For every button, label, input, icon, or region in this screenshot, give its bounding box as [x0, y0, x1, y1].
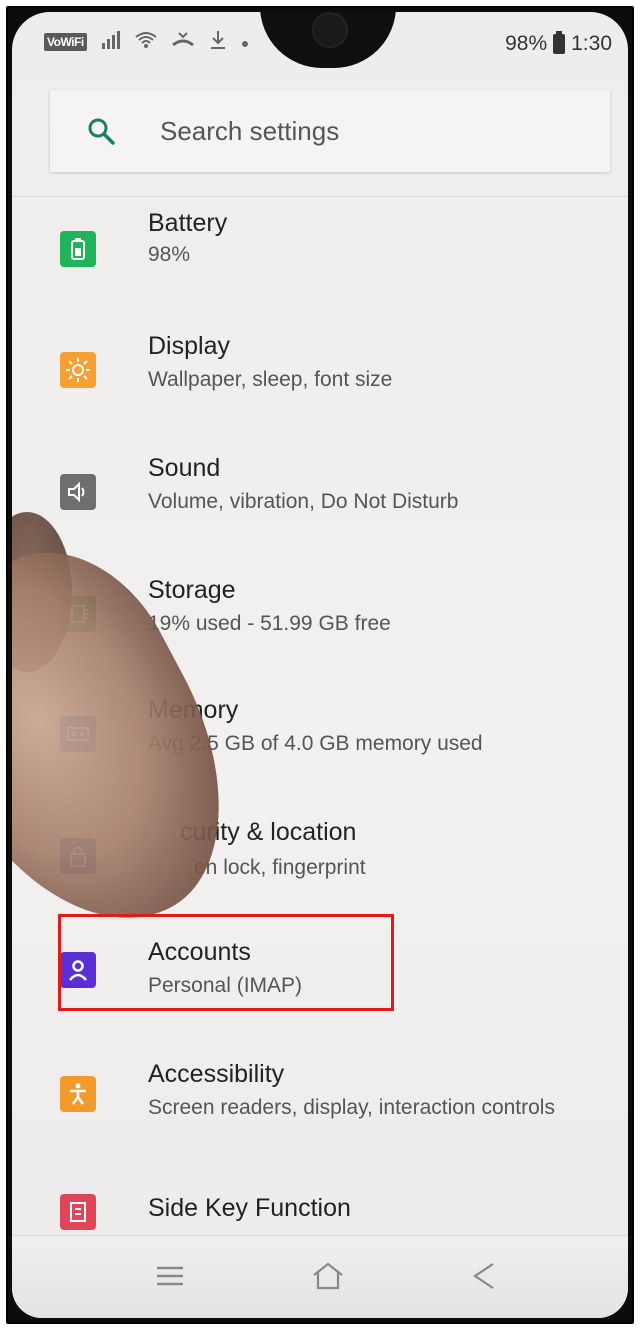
highlight-box [58, 914, 394, 1011]
item-title: Storage [148, 576, 236, 604]
missed-call-icon [171, 31, 195, 53]
item-subtitle: Wallpaper, sleep, font size [148, 368, 393, 391]
item-subtitle: en lock, fingerprint [194, 856, 366, 879]
clock: 1:30 [571, 32, 612, 55]
item-subtitle: 19% used - 51.99 GB free [148, 612, 391, 635]
settings-item-battery[interactable]: Battery 98% [12, 197, 628, 307]
search-bar[interactable]: Search settings [50, 90, 610, 172]
item-subtitle: Volume, vibration, Do Not Disturb [148, 490, 459, 513]
search-input[interactable]: Search settings [160, 116, 339, 147]
back-arrow-icon [473, 1263, 494, 1289]
menu-icon [157, 1266, 183, 1286]
screen: VoWiFi 98% 1:30 Search settings Battery … [12, 12, 628, 1318]
accessibility-icon [60, 1076, 96, 1112]
settings-item-sound[interactable]: Sound Volume, vibration, Do Not Disturb [12, 442, 628, 552]
battery-status-icon [553, 31, 566, 54]
vowifi-badge: VoWiFi [44, 33, 87, 51]
phone-frame: VoWiFi 98% 1:30 Search settings Battery … [6, 6, 634, 1324]
download-icon [209, 30, 227, 54]
status-bar: VoWiFi 98% 1:30 [12, 12, 628, 76]
item-title: Display [148, 332, 230, 360]
home-button[interactable] [306, 1254, 350, 1298]
home-icon [313, 1262, 343, 1290]
camera-notch [260, 12, 396, 68]
wifi-icon [135, 31, 157, 53]
settings-item-display[interactable]: Display Wallpaper, sleep, font size [12, 320, 628, 430]
item-title: Accessibility [148, 1060, 285, 1088]
item-title: Side Key Function [148, 1194, 351, 1222]
navigation-bar [12, 1235, 628, 1318]
back-button[interactable] [462, 1254, 506, 1298]
item-subtitle: 98% [148, 243, 191, 266]
speaker-icon [60, 474, 96, 510]
item-title: Sound [148, 454, 221, 482]
item-subtitle: Screen readers, display, interaction con… [148, 1096, 555, 1119]
recent-apps-button[interactable] [148, 1254, 192, 1298]
status-icons-left: VoWiFi [44, 30, 249, 54]
signal-icon [101, 31, 121, 53]
status-icons-right: 98% 1:30 [505, 31, 612, 56]
battery-percent: 98% [505, 32, 548, 55]
brightness-icon [60, 352, 96, 388]
settings-item-accessibility[interactable]: Accessibility Screen readers, display, i… [12, 1048, 628, 1158]
search-icon [88, 118, 115, 145]
side-key-icon [60, 1194, 96, 1230]
item-title: Battery [148, 209, 228, 237]
battery-icon [60, 231, 96, 267]
notification-dot-icon [241, 32, 249, 52]
front-camera [312, 12, 348, 48]
